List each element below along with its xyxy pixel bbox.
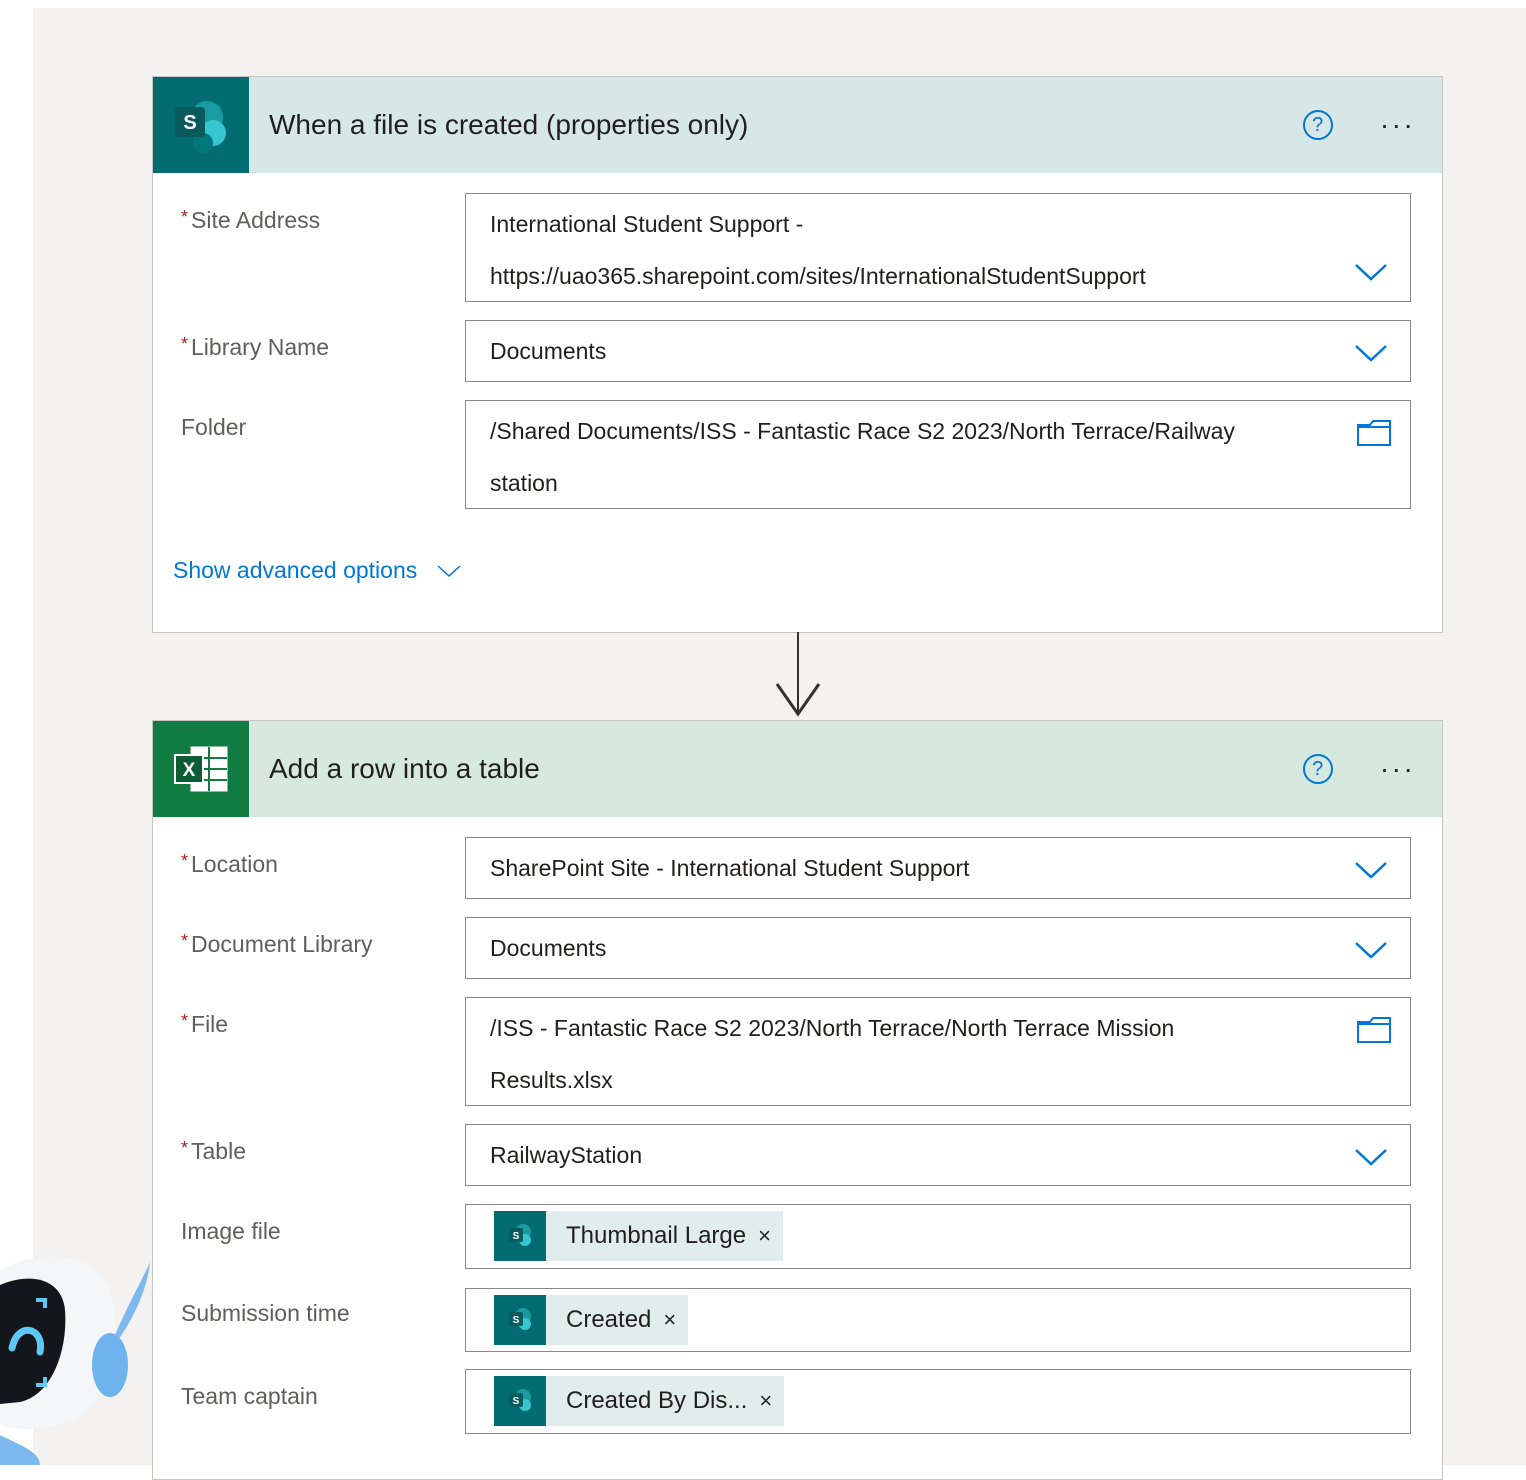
site-address-value-line1: International Student Support - xyxy=(490,211,804,237)
document-library-field[interactable]: Documents xyxy=(465,917,1411,979)
submission-time-field[interactable]: S Created × xyxy=(465,1288,1411,1352)
sharepoint-icon: S xyxy=(494,1295,546,1345)
image-file-label: Image file xyxy=(181,1218,281,1244)
table-label: * Table xyxy=(181,1138,246,1164)
action-title: Add a row into a table xyxy=(269,753,540,784)
image-file-field[interactable]: S Thumbnail Large × xyxy=(465,1204,1411,1269)
dynamic-content-token[interactable]: S Created × xyxy=(494,1295,689,1345)
help-icon[interactable]: ? xyxy=(1302,754,1333,784)
remove-token-icon[interactable]: × xyxy=(663,1307,688,1333)
library-name-label: * Library Name xyxy=(181,334,330,360)
sharepoint-icon: S xyxy=(153,77,249,173)
site-address-label: * Site Address xyxy=(181,207,321,233)
svg-text:S: S xyxy=(513,1396,520,1407)
chevron-down-icon[interactable] xyxy=(1354,343,1388,363)
file-value-line2: Results.xlsx xyxy=(490,1067,613,1093)
chevron-down-icon[interactable] xyxy=(1354,860,1388,880)
dynamic-content-token[interactable]: S Thumbnail Large × xyxy=(494,1211,783,1261)
dynamic-content-token[interactable]: S Created By Dis... × xyxy=(494,1376,785,1426)
action-card: X Add a row into a table ? ... * Location… xyxy=(152,720,1443,1480)
site-address-field[interactable]: International Student Support - https://… xyxy=(465,193,1411,302)
folder-label: Folder xyxy=(181,414,247,440)
chevron-down-icon xyxy=(437,564,461,577)
document-library-value: Documents xyxy=(490,935,607,961)
folder-value-line2: station xyxy=(490,470,558,496)
table-value: RailwayStation xyxy=(490,1142,643,1168)
file-label: * File xyxy=(181,1011,229,1037)
trigger-card: S When a file is created (properties onl… xyxy=(152,76,1443,633)
svg-text:S: S xyxy=(513,1231,520,1242)
location-field[interactable]: SharePoint Site - International Student … xyxy=(465,837,1411,899)
team-captain-field[interactable]: S Created By Dis... × xyxy=(465,1369,1411,1434)
down-arrow-icon xyxy=(775,683,821,717)
table-field[interactable]: RailwayStation xyxy=(465,1124,1411,1186)
remove-token-icon[interactable]: × xyxy=(759,1388,784,1414)
token-label: Created By Dis... xyxy=(566,1387,748,1414)
file-field[interactable]: /ISS - Fantastic Race S2 2023/North Terr… xyxy=(465,997,1411,1106)
library-name-field[interactable]: Documents xyxy=(465,320,1411,382)
token-label: Thumbnail Large xyxy=(566,1222,747,1249)
help-icon[interactable]: ? xyxy=(1302,110,1333,140)
remove-token-icon[interactable]: × xyxy=(758,1223,783,1249)
file-value-line1: /ISS - Fantastic Race S2 2023/North Terr… xyxy=(490,1015,1175,1041)
svg-text:X: X xyxy=(183,760,196,781)
more-options-icon[interactable]: ... xyxy=(1381,105,1416,133)
chevron-down-icon[interactable] xyxy=(1354,940,1388,960)
submission-time-label: Submission time xyxy=(181,1300,350,1326)
folder-field[interactable]: /Shared Documents/ISS - Fantastic Race S… xyxy=(465,400,1411,509)
team-captain-label: Team captain xyxy=(181,1383,318,1409)
token-label: Created xyxy=(566,1306,652,1333)
folder-value-line1: /Shared Documents/ISS - Fantastic Race S… xyxy=(490,418,1235,444)
chevron-down-icon[interactable] xyxy=(1354,262,1388,282)
document-library-label: * Document Library xyxy=(181,931,373,957)
chevron-down-icon[interactable] xyxy=(1354,1147,1388,1167)
robot-assistant-icon[interactable] xyxy=(0,1240,160,1465)
location-value: SharePoint Site - International Student … xyxy=(490,855,970,881)
action-card-header[interactable]: X Add a row into a table ? ... xyxy=(153,721,1442,817)
sharepoint-icon: S xyxy=(494,1376,546,1426)
svg-text:S: S xyxy=(513,1315,520,1326)
folder-icon[interactable] xyxy=(1356,419,1392,447)
excel-icon: X xyxy=(153,721,249,817)
library-name-value: Documents xyxy=(490,338,607,364)
trigger-title: When a file is created (properties only) xyxy=(269,109,749,140)
trigger-card-header[interactable]: S When a file is created (properties onl… xyxy=(153,77,1442,173)
folder-icon[interactable] xyxy=(1356,1016,1392,1044)
more-options-icon[interactable]: ... xyxy=(1381,749,1416,777)
show-advanced-options-link[interactable]: Show advanced options xyxy=(173,557,461,584)
svg-text:S: S xyxy=(183,112,196,134)
site-address-value-line2: https://uao365.sharepoint.com/sites/Inte… xyxy=(490,263,1146,289)
location-label: * Location xyxy=(181,851,278,877)
sharepoint-icon: S xyxy=(494,1211,546,1261)
